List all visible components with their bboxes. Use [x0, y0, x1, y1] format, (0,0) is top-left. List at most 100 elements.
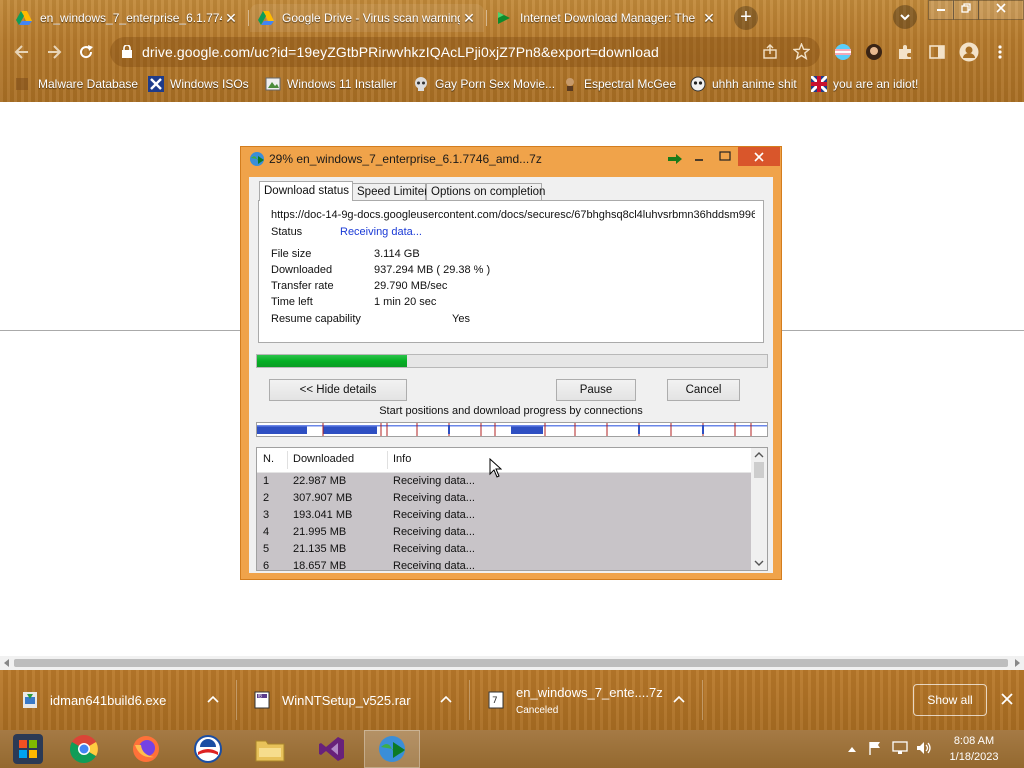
system-clock[interactable]: 8:08 AM 1/18/2023	[944, 733, 1004, 765]
table-row[interactable]: 5 21.135 MB Receiving data...	[257, 541, 751, 558]
trans-flag-icon[interactable]	[834, 43, 852, 61]
table-row[interactable]: 6 18.657 MB Receiving data...	[257, 558, 751, 570]
chevron-up-icon[interactable]	[673, 695, 685, 703]
close-icon	[996, 3, 1006, 13]
taskbar-visual-studio[interactable]	[304, 730, 360, 768]
connection-downloaded: 22.987 MB	[293, 475, 347, 487]
connection-info: Receiving data...	[393, 509, 475, 521]
taskbar-chrome[interactable]	[56, 730, 112, 768]
dialog-body: Download status Speed Limiter Options on…	[249, 177, 773, 573]
reload-icon	[80, 45, 93, 59]
chevron-up-icon[interactable]	[207, 695, 219, 703]
cancel-button[interactable]: Cancel	[667, 379, 740, 401]
download-item-winntsetup[interactable]: IB WinNTSetup_v525.rar	[232, 670, 468, 730]
tab-title: Google Drive - Virus scan warning	[282, 11, 460, 25]
more-menu-icon[interactable]	[997, 44, 1003, 60]
page-horizontal-scrollbar[interactable]	[0, 656, 1024, 670]
bookmark-star-icon[interactable]	[793, 43, 810, 60]
tab-virus-scan-warning[interactable]: Google Drive - Virus scan warning ✕	[250, 4, 484, 32]
close-tab-icon[interactable]: ✕	[460, 10, 478, 27]
list-scrollbar[interactable]	[751, 448, 767, 570]
connections-list[interactable]: N. Downloaded Info 1 22.987 MB Receiving d…	[256, 447, 768, 571]
profile-avatar-icon[interactable]	[959, 42, 979, 62]
close-window-button[interactable]	[978, 0, 1024, 20]
bookmark-label: uhhh anime shit	[712, 77, 797, 91]
maximize-icon[interactable]	[719, 151, 731, 161]
header-downloaded[interactable]: Downloaded	[293, 453, 354, 465]
reload-button[interactable]	[76, 42, 96, 62]
bookmark-movie[interactable]: Gay Porn Sex Movie...	[413, 75, 555, 93]
minimize-icon[interactable]	[693, 153, 705, 163]
resume-capability-value: Yes	[452, 313, 470, 325]
download-item-idman[interactable]: idman641build6.exe	[0, 670, 234, 730]
minimize-button[interactable]	[928, 0, 954, 20]
start-button[interactable]	[0, 730, 56, 768]
lock-icon	[122, 45, 132, 58]
close-tab-icon[interactable]: ✕	[700, 10, 718, 27]
scroll-thumb[interactable]	[754, 462, 764, 478]
action-center-flag-icon[interactable]	[868, 741, 882, 755]
back-button[interactable]	[12, 42, 32, 62]
taskbar-firefox[interactable]	[118, 730, 174, 768]
idm-globe-icon	[250, 152, 264, 166]
scroll-thumb[interactable]	[14, 659, 1008, 667]
close-shelf-button[interactable]	[998, 690, 1016, 708]
bookmark-windows-11-installer[interactable]: Windows 11 Installer	[265, 75, 397, 93]
bookmark-anime[interactable]: uhhh anime shit	[690, 75, 797, 93]
show-all-button[interactable]: Show all	[913, 684, 987, 716]
skull-icon	[415, 77, 427, 91]
restore-button[interactable]	[953, 0, 979, 20]
network-icon[interactable]	[892, 741, 908, 755]
anime-face-icon	[690, 76, 706, 92]
bookmark-windows-isos[interactable]: Windows ISOs	[148, 75, 249, 93]
restore-icon	[961, 3, 971, 13]
table-row[interactable]: 1 22.987 MB Receiving data...	[257, 473, 751, 490]
scroll-up-icon[interactable]	[751, 448, 767, 462]
close-tab-icon[interactable]: ✕	[222, 10, 240, 27]
table-row[interactable]: 4 21.995 MB Receiving data...	[257, 524, 751, 541]
new-tab-button[interactable]: +	[734, 6, 758, 30]
tab-windows7-iso[interactable]: en_windows_7_enterprise_6.1.7746_amd64 ✕	[8, 4, 246, 32]
tab-download-status[interactable]: Download status	[259, 181, 353, 201]
extension-avatar-icon[interactable]	[865, 43, 883, 61]
taskbar-obama-app[interactable]	[180, 730, 236, 768]
url-text: drive.google.com/uc?id=19eyZGtbPRirwvhkz…	[142, 44, 659, 60]
extensions-puzzle-icon[interactable]	[897, 44, 913, 60]
side-panel-icon[interactable]	[929, 44, 945, 60]
share-icon[interactable]	[762, 44, 778, 60]
download-item-windows7[interactable]: 7 en_windows_7_ente....7z Canceled	[466, 670, 702, 730]
address-bar[interactable]: drive.google.com/uc?id=19eyZGtbPRirwvhkz…	[110, 37, 820, 67]
forward-button[interactable]	[44, 42, 64, 62]
obama-logo-icon	[194, 735, 222, 763]
tab-title: Internet Download Manager: The	[520, 11, 696, 25]
tab-speed-limiter[interactable]: Speed Limiter	[352, 183, 428, 200]
tab-strip: en_windows_7_enterprise_6.1.7746_amd64 ✕…	[0, 0, 1024, 34]
show-hidden-icons-icon[interactable]	[848, 746, 856, 752]
header-info[interactable]: Info	[393, 453, 411, 465]
hide-details-button[interactable]: << Hide details	[269, 379, 407, 401]
volume-icon[interactable]	[916, 741, 932, 755]
chevron-up-icon[interactable]	[440, 695, 452, 703]
header-n[interactable]: N.	[263, 453, 274, 465]
browser-toolbar: drive.google.com/uc?id=19eyZGtbPRirwvhkz…	[0, 34, 1024, 70]
pause-button[interactable]: Pause	[556, 379, 636, 401]
scroll-down-icon[interactable]	[751, 556, 767, 570]
table-row[interactable]: 2 307.907 MB Receiving data...	[257, 490, 751, 507]
download-status: Canceled	[516, 704, 559, 716]
scroll-left-icon[interactable]	[4, 659, 10, 667]
tab-idm[interactable]: Internet Download Manager: The ✕	[488, 4, 724, 32]
bookmark-espectral-mcgee[interactable]: Espectral McGee	[562, 75, 676, 93]
dialog-close-button[interactable]	[738, 147, 780, 166]
bookmark-you-are-an-idiot[interactable]: you are an idiot!	[811, 75, 918, 93]
dialog-titlebar[interactable]: 29% en_windows_7_enterprise_6.1.7746_amd…	[241, 147, 781, 171]
taskbar-file-explorer[interactable]	[242, 730, 298, 768]
green-arrow-icon[interactable]	[668, 154, 682, 164]
tab-search-button[interactable]	[893, 5, 917, 29]
scroll-right-icon[interactable]	[1014, 659, 1020, 667]
table-row[interactable]: 3 193.041 MB Receiving data...	[257, 507, 751, 524]
taskbar-idm[interactable]	[364, 730, 420, 768]
installer-icon	[23, 692, 37, 708]
bookmark-malware-database[interactable]: Malware Database	[12, 75, 138, 93]
tab-options-on-completion[interactable]: Options on completion	[426, 183, 545, 200]
bookmark-label: Windows ISOs	[170, 77, 249, 91]
